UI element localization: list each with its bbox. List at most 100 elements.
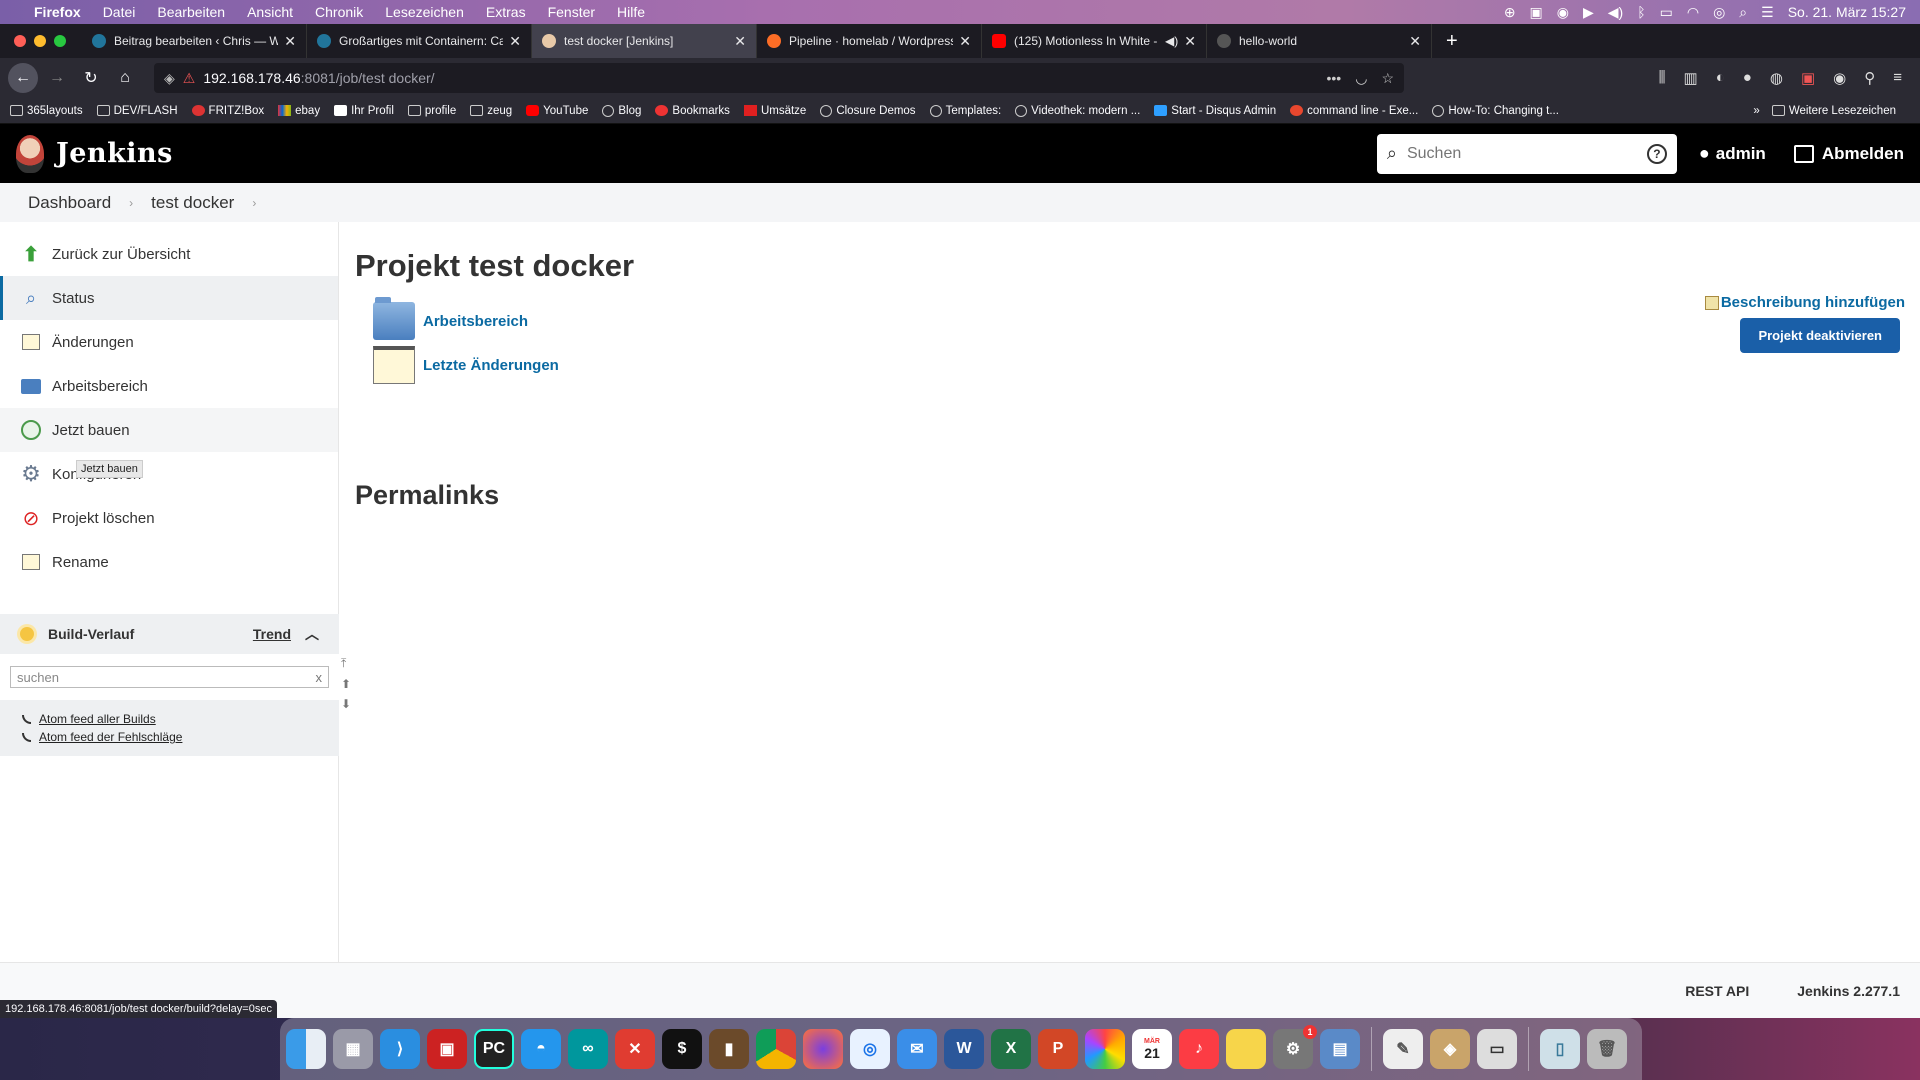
speaker-icon[interactable]: ◀)	[1165, 34, 1178, 48]
task-back-to-dashboard[interactable]: ⬆ Zurück zur Übersicht	[0, 232, 338, 276]
extension-circle-icon[interactable]: ◉	[1833, 69, 1846, 87]
bookmark-item[interactable]: profile	[407, 105, 456, 117]
pocket-icon[interactable]: ◡	[1355, 70, 1367, 87]
trash-icon[interactable]: 🗑	[1587, 1029, 1627, 1069]
menu-history[interactable]: Chronik	[315, 4, 363, 20]
rest-api-link[interactable]: REST API	[1685, 983, 1749, 999]
back-arrow-icon[interactable]: ←	[8, 63, 38, 93]
user-link[interactable]: ● admin	[1699, 143, 1766, 164]
scanner-icon[interactable]: ▭	[1477, 1029, 1517, 1069]
vscode-icon[interactable]: ⟩	[380, 1029, 420, 1069]
menu-window[interactable]: Fenster	[548, 4, 595, 20]
bluetooth-status-icon[interactable]: ᛒ	[1637, 4, 1645, 20]
atom-feed-failures-link[interactable]: Atom feed der Fehlschläge	[22, 730, 317, 744]
account-icon[interactable]: ◐	[1716, 69, 1725, 87]
workspace-link[interactable]: Arbeitsbereich	[373, 297, 528, 340]
forward-arrow-icon[interactable]: →	[42, 63, 72, 93]
breadcrumb-dashboard[interactable]: Dashboard	[28, 193, 111, 213]
jenkins-logo-icon[interactable]	[16, 134, 44, 173]
bookmark-item[interactable]: Closure Demos	[820, 104, 916, 117]
safari-icon[interactable]: ◎	[850, 1029, 890, 1069]
build-search-input[interactable]: suchen x	[10, 666, 329, 688]
bookmark-item[interactable]: How-To: Changing t...	[1432, 104, 1559, 117]
spotlight-icon[interactable]: ⌕	[1739, 4, 1747, 21]
search-input[interactable]	[1406, 144, 1647, 163]
bookmark-item[interactable]: zeug	[470, 105, 512, 117]
bookmark-item[interactable]: DEV/FLASH	[96, 105, 178, 117]
menu-edit[interactable]: Bearbeiten	[157, 4, 225, 20]
bookmark-item[interactable]: Bookmarks	[655, 105, 730, 117]
trend-link[interactable]: Trend	[253, 626, 291, 642]
preview-icon[interactable]: ▤	[1320, 1029, 1360, 1069]
shield-status-icon[interactable]: ◉	[1557, 4, 1569, 21]
adblock-icon[interactable]: ◍	[1770, 69, 1783, 87]
music-icon[interactable]: ♪	[1179, 1029, 1219, 1069]
chevron-double-right-icon[interactable]: »	[1753, 105, 1759, 117]
add-description-link[interactable]: Beschreibung hinzufügen	[1704, 294, 1905, 311]
task-rename[interactable]: Rename	[0, 540, 338, 584]
close-tab-icon[interactable]: ✕	[734, 33, 746, 50]
jenkins-title[interactable]: Jenkins	[56, 138, 173, 169]
extension-red-icon[interactable]: ▣	[1801, 69, 1815, 87]
extension-shield-icon[interactable]: ●	[1743, 69, 1752, 87]
excel-icon[interactable]: X	[991, 1029, 1031, 1069]
page-actions-icon[interactable]: •••	[1327, 70, 1342, 87]
system-preferences-icon[interactable]: ⚙ 1	[1273, 1025, 1317, 1069]
chevron-right-icon[interactable]: ›	[129, 196, 133, 210]
tracking-shield-icon[interactable]: ◈	[164, 70, 175, 87]
docker-icon[interactable]: ◓	[521, 1029, 561, 1069]
bookmark-item[interactable]: Umsätze	[743, 105, 806, 117]
menu-bookmarks[interactable]: Lesezeichen	[385, 4, 464, 20]
bookmark-item[interactable]: Ihr Profil	[334, 105, 394, 117]
recent-changes-link[interactable]: Letzte Änderungen	[373, 346, 559, 384]
browser-tab[interactable]: Pipeline · homelab / Wordpress ✕	[757, 24, 982, 58]
menu-tools[interactable]: Extras	[486, 4, 526, 20]
downloads-icon[interactable]: ▯	[1540, 1029, 1580, 1069]
zoom-window-icon[interactable]	[54, 35, 66, 47]
sidebar-icon[interactable]: ▥	[1684, 69, 1698, 87]
browser-tab[interactable]: (125) Motionless In White - ◀) ✕	[982, 24, 1207, 58]
textedit-icon[interactable]: ✎	[1383, 1029, 1423, 1069]
scroll-top-icon[interactable]: ⤒	[341, 656, 355, 671]
task-configure[interactable]: ⚙ Konfigurieren	[0, 452, 338, 496]
chevron-up-icon[interactable]: ︿	[305, 624, 319, 644]
scroll-up-icon[interactable]: ⬆	[341, 677, 355, 691]
menu-help[interactable]: Hilfe	[617, 4, 645, 20]
powerpoint-icon[interactable]: P	[1038, 1029, 1078, 1069]
close-tab-icon[interactable]: ✕	[959, 33, 971, 50]
task-workspace[interactable]: Arbeitsbereich	[0, 364, 338, 408]
bookmark-item[interactable]: ebay	[278, 105, 320, 117]
bookmark-item[interactable]: command line - Exe...	[1290, 105, 1418, 117]
help-icon[interactable]: ?	[1646, 143, 1667, 164]
menu-hamburger-icon[interactable]: ≡	[1893, 69, 1902, 87]
close-tab-icon[interactable]: ✕	[1184, 33, 1196, 50]
terminal-icon[interactable]: $	[662, 1029, 702, 1069]
close-tab-icon[interactable]: ✕	[1409, 33, 1421, 50]
menubar-clock[interactable]: So. 21. März 15:27	[1788, 4, 1906, 20]
bookmark-item[interactable]: Blog	[602, 104, 641, 117]
other-bookmarks[interactable]: Weitere Lesezeichen	[1771, 105, 1896, 117]
bookmark-item[interactable]: FRITZ!Box	[191, 105, 264, 117]
launchpad-icon[interactable]: ▦	[333, 1029, 373, 1069]
close-tab-icon[interactable]: ✕	[284, 33, 296, 50]
pycharm-icon[interactable]: PC	[474, 1029, 514, 1069]
notes-icon[interactable]	[1226, 1029, 1266, 1069]
calendar-icon[interactable]: MÄR 21	[1132, 1029, 1172, 1069]
wifi-status-icon[interactable]: ◠	[1687, 4, 1699, 21]
utility-icon[interactable]: ◈	[1430, 1029, 1470, 1069]
atom-feed-all-link[interactable]: Atom feed aller Builds	[22, 712, 317, 726]
bookmark-star-icon[interactable]: ☆	[1381, 70, 1394, 87]
new-tab-icon[interactable]: +	[1446, 30, 1458, 53]
logout-link[interactable]: Abmelden	[1793, 144, 1904, 164]
photos-icon[interactable]	[1085, 1029, 1125, 1069]
battery-status-icon[interactable]: ▭	[1660, 4, 1673, 21]
docker-status-icon[interactable]: ▣	[1530, 4, 1543, 21]
firefox-icon[interactable]	[803, 1029, 843, 1069]
user-status-icon[interactable]: ◎	[1713, 4, 1725, 21]
task-status[interactable]: ⌕ Status	[0, 276, 338, 320]
task-build-now[interactable]: Jetzt bauen	[0, 408, 338, 452]
arduino-icon[interactable]: ∞	[568, 1029, 608, 1069]
disable-project-button[interactable]: Projekt deaktivieren	[1740, 318, 1900, 353]
remote-desktop-icon[interactable]: ✕	[615, 1029, 655, 1069]
task-changes[interactable]: Änderungen	[0, 320, 338, 364]
